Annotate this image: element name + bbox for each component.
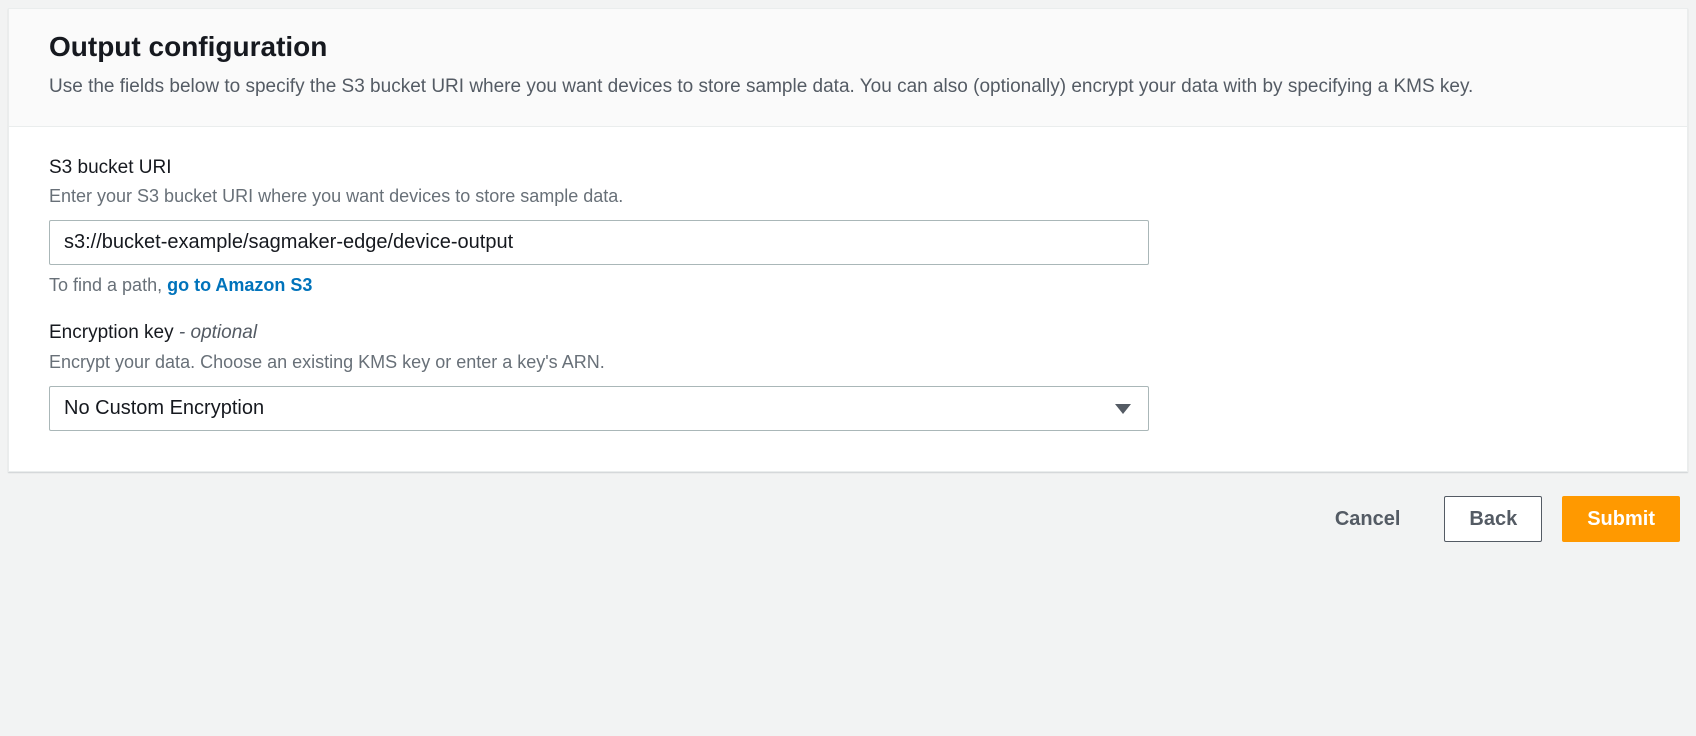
s3-bucket-uri-input[interactable]: [49, 220, 1149, 265]
s3-bucket-uri-field: S3 bucket URI Enter your S3 bucket URI w…: [49, 155, 1647, 297]
panel-header: Output configuration Use the fields belo…: [9, 9, 1687, 127]
encryption-key-label: Encryption key - optional: [49, 320, 1647, 347]
encryption-key-field: Encryption key - optional Encrypt your d…: [49, 320, 1647, 431]
s3-bucket-uri-help: To find a path, go to Amazon S3: [49, 275, 1647, 296]
footer-actions: Cancel Back Submit: [8, 472, 1688, 550]
encryption-key-hint: Encrypt your data. Choose an existing KM…: [49, 349, 1647, 376]
panel-body: S3 bucket URI Enter your S3 bucket URI w…: [9, 127, 1687, 471]
encryption-key-optional: optional: [191, 322, 258, 343]
encryption-key-select[interactable]: No Custom Encryption: [49, 386, 1149, 431]
s3-bucket-uri-label: S3 bucket URI: [49, 155, 1647, 182]
panel-title: Output configuration: [49, 29, 1647, 65]
output-configuration-panel: Output configuration Use the fields belo…: [8, 8, 1688, 472]
submit-button[interactable]: Submit: [1562, 496, 1680, 542]
encryption-key-label-text: Encryption key: [49, 322, 174, 343]
go-to-amazon-s3-link[interactable]: go to Amazon S3: [167, 275, 312, 295]
s3-bucket-uri-hint: Enter your S3 bucket URI where you want …: [49, 183, 1647, 210]
panel-subtitle: Use the fields below to specify the S3 b…: [49, 73, 1647, 102]
back-button[interactable]: Back: [1444, 496, 1542, 542]
cancel-button[interactable]: Cancel: [1311, 497, 1425, 541]
s3-help-prefix: To find a path,: [49, 275, 167, 295]
encryption-key-select-button[interactable]: No Custom Encryption: [49, 386, 1149, 431]
